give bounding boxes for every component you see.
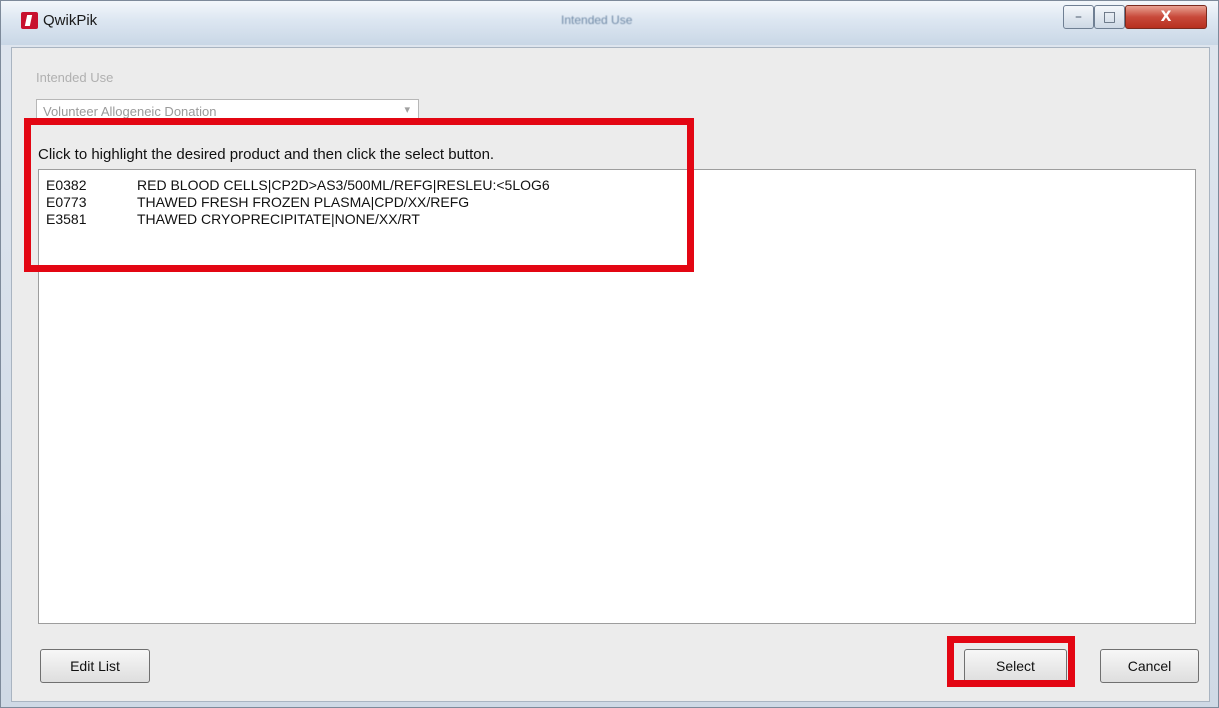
maximize-button[interactable]: □ <box>1094 5 1125 29</box>
minimize-button[interactable]: – <box>1063 5 1094 29</box>
close-button[interactable]: X <box>1125 5 1207 29</box>
cancel-button[interactable]: Cancel <box>1100 649 1199 683</box>
intended-use-value: Volunteer Allogeneic Donation <box>43 104 217 119</box>
intended-use-label: Intended Use <box>36 70 114 85</box>
annotation-highlight-product-list <box>24 118 694 272</box>
annotation-highlight-select-button <box>947 636 1075 687</box>
window-subtitle: Intended Use <box>561 13 633 27</box>
edit-list-button[interactable]: Edit List <box>40 649 150 683</box>
title-bar[interactable]: QwikPik Intended Use – □ X <box>1 1 1218 45</box>
chevron-down-icon[interactable]: ▾ <box>404 103 410 116</box>
qwikpik-window: QwikPik Intended Use – □ X Intended Use … <box>0 0 1219 708</box>
window-title: QwikPik <box>43 12 98 29</box>
app-logo-icon <box>21 12 38 29</box>
